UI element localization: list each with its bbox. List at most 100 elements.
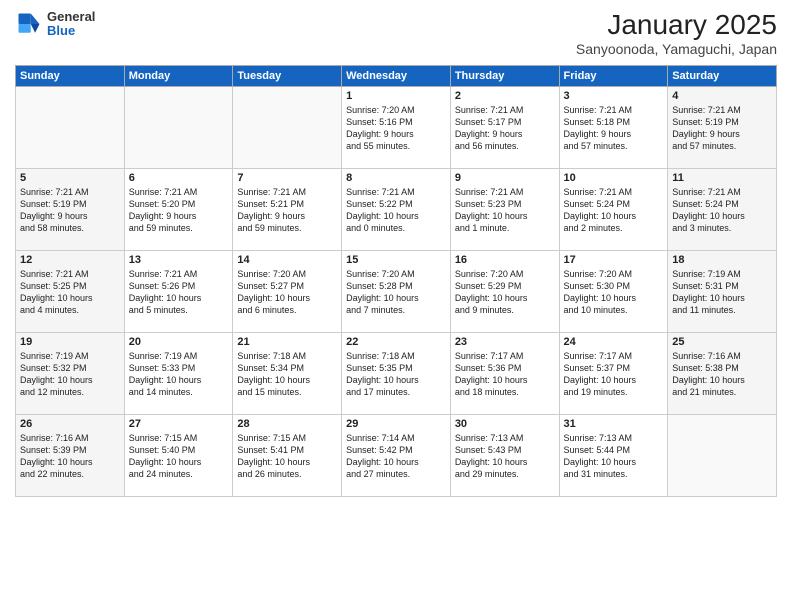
day-number: 11 bbox=[672, 172, 772, 184]
weekday-header-wednesday: Wednesday bbox=[342, 65, 451, 86]
calendar-cell: 16 Sunrise: 7:20 AM Sunset: 5:29 PM Dayli… bbox=[450, 250, 559, 332]
logo-text: General Blue bbox=[47, 10, 95, 39]
cell-info: Sunrise: 7:19 AM Sunset: 5:33 PM Dayligh… bbox=[129, 350, 229, 399]
header: General Blue January 2025 Sanyoonoda, Ya… bbox=[15, 10, 777, 57]
calendar-cell bbox=[124, 86, 233, 168]
calendar-cell: 12 Sunrise: 7:21 AM Sunset: 5:25 PM Dayli… bbox=[16, 250, 125, 332]
cell-info: Sunrise: 7:21 AM Sunset: 5:24 PM Dayligh… bbox=[672, 186, 772, 235]
day-number: 30 bbox=[455, 418, 555, 430]
day-number: 7 bbox=[237, 172, 337, 184]
day-number: 12 bbox=[20, 254, 120, 266]
day-number: 14 bbox=[237, 254, 337, 266]
calendar-subtitle: Sanyoonoda, Yamaguchi, Japan bbox=[576, 41, 777, 57]
weekday-header-friday: Friday bbox=[559, 65, 668, 86]
logo-icon bbox=[15, 10, 43, 38]
logo: General Blue bbox=[15, 10, 95, 39]
day-number: 5 bbox=[20, 172, 120, 184]
calendar-week-5: 26 Sunrise: 7:16 AM Sunset: 5:39 PM Dayli… bbox=[16, 414, 777, 496]
cell-info: Sunrise: 7:15 AM Sunset: 5:41 PM Dayligh… bbox=[237, 432, 337, 481]
cell-info: Sunrise: 7:13 AM Sunset: 5:44 PM Dayligh… bbox=[564, 432, 664, 481]
day-number: 24 bbox=[564, 336, 664, 348]
cell-info: Sunrise: 7:20 AM Sunset: 5:29 PM Dayligh… bbox=[455, 268, 555, 317]
calendar-cell: 7 Sunrise: 7:21 AM Sunset: 5:21 PM Daylig… bbox=[233, 168, 342, 250]
cell-info: Sunrise: 7:17 AM Sunset: 5:37 PM Dayligh… bbox=[564, 350, 664, 399]
title-block: January 2025 Sanyoonoda, Yamaguchi, Japa… bbox=[576, 10, 777, 57]
cell-info: Sunrise: 7:20 AM Sunset: 5:16 PM Dayligh… bbox=[346, 104, 446, 153]
cell-info: Sunrise: 7:21 AM Sunset: 5:18 PM Dayligh… bbox=[564, 104, 664, 153]
calendar-cell: 1 Sunrise: 7:20 AM Sunset: 5:16 PM Daylig… bbox=[342, 86, 451, 168]
logo-line1: General bbox=[47, 10, 95, 24]
day-number: 26 bbox=[20, 418, 120, 430]
calendar-cell: 6 Sunrise: 7:21 AM Sunset: 5:20 PM Daylig… bbox=[124, 168, 233, 250]
calendar-cell: 11 Sunrise: 7:21 AM Sunset: 5:24 PM Dayli… bbox=[668, 168, 777, 250]
day-number: 10 bbox=[564, 172, 664, 184]
day-number: 18 bbox=[672, 254, 772, 266]
cell-info: Sunrise: 7:21 AM Sunset: 5:21 PM Dayligh… bbox=[237, 186, 337, 235]
day-number: 3 bbox=[564, 90, 664, 102]
calendar-cell: 14Sunrise: 7:20 AM Sunset: 5:27 PM Dayli… bbox=[233, 250, 342, 332]
calendar-week-3: 12 Sunrise: 7:21 AM Sunset: 5:25 PM Dayli… bbox=[16, 250, 777, 332]
calendar-cell: 26 Sunrise: 7:16 AM Sunset: 5:39 PM Dayli… bbox=[16, 414, 125, 496]
cell-info: Sunrise: 7:16 AM Sunset: 5:39 PM Dayligh… bbox=[20, 432, 120, 481]
cell-info: Sunrise: 7:21 AM Sunset: 5:19 PM Dayligh… bbox=[672, 104, 772, 153]
day-number: 2 bbox=[455, 90, 555, 102]
calendar-cell: 21 Sunrise: 7:18 AM Sunset: 5:34 PM Dayli… bbox=[233, 332, 342, 414]
calendar-week-4: 19Sunrise: 7:19 AM Sunset: 5:32 PM Dayli… bbox=[16, 332, 777, 414]
cell-info: Sunrise: 7:18 AM Sunset: 5:35 PM Dayligh… bbox=[346, 350, 446, 399]
page-container: General Blue January 2025 Sanyoonoda, Ya… bbox=[0, 0, 792, 502]
calendar-cell: 19Sunrise: 7:19 AM Sunset: 5:32 PM Dayli… bbox=[16, 332, 125, 414]
calendar-cell: 10Sunrise: 7:21 AM Sunset: 5:24 PM Dayli… bbox=[559, 168, 668, 250]
day-number: 1 bbox=[346, 90, 446, 102]
cell-info: Sunrise: 7:14 AM Sunset: 5:42 PM Dayligh… bbox=[346, 432, 446, 481]
day-number: 19 bbox=[20, 336, 120, 348]
cell-info: Sunrise: 7:21 AM Sunset: 5:19 PM Dayligh… bbox=[20, 186, 120, 235]
day-number: 23 bbox=[455, 336, 555, 348]
cell-info: Sunrise: 7:21 AM Sunset: 5:25 PM Dayligh… bbox=[20, 268, 120, 317]
day-number: 9 bbox=[455, 172, 555, 184]
day-number: 31 bbox=[564, 418, 664, 430]
calendar-cell: 25 Sunrise: 7:16 AM Sunset: 5:38 PM Dayli… bbox=[668, 332, 777, 414]
calendar-cell: 27Sunrise: 7:15 AM Sunset: 5:40 PM Dayli… bbox=[124, 414, 233, 496]
day-number: 13 bbox=[129, 254, 229, 266]
calendar-week-1: 1 Sunrise: 7:20 AM Sunset: 5:16 PM Daylig… bbox=[16, 86, 777, 168]
calendar-cell: 3 Sunrise: 7:21 AM Sunset: 5:18 PM Daylig… bbox=[559, 86, 668, 168]
cell-info: Sunrise: 7:18 AM Sunset: 5:34 PM Dayligh… bbox=[237, 350, 337, 399]
day-number: 25 bbox=[672, 336, 772, 348]
calendar-cell: 30 Sunrise: 7:13 AM Sunset: 5:43 PM Dayli… bbox=[450, 414, 559, 496]
weekday-header-sunday: Sunday bbox=[16, 65, 125, 86]
calendar-cell: 8Sunrise: 7:21 AM Sunset: 5:22 PM Daylig… bbox=[342, 168, 451, 250]
cell-info: Sunrise: 7:21 AM Sunset: 5:17 PM Dayligh… bbox=[455, 104, 555, 153]
calendar-table: SundayMondayTuesdayWednesdayThursdayFrid… bbox=[15, 65, 777, 497]
cell-info: Sunrise: 7:21 AM Sunset: 5:20 PM Dayligh… bbox=[129, 186, 229, 235]
calendar-cell bbox=[668, 414, 777, 496]
calendar-cell: 9 Sunrise: 7:21 AM Sunset: 5:23 PM Daylig… bbox=[450, 168, 559, 250]
day-number: 28 bbox=[237, 418, 337, 430]
cell-info: Sunrise: 7:16 AM Sunset: 5:38 PM Dayligh… bbox=[672, 350, 772, 399]
day-number: 4 bbox=[672, 90, 772, 102]
day-number: 6 bbox=[129, 172, 229, 184]
calendar-cell: 22Sunrise: 7:18 AM Sunset: 5:35 PM Dayli… bbox=[342, 332, 451, 414]
calendar-cell: 17Sunrise: 7:20 AM Sunset: 5:30 PM Dayli… bbox=[559, 250, 668, 332]
cell-info: Sunrise: 7:13 AM Sunset: 5:43 PM Dayligh… bbox=[455, 432, 555, 481]
weekday-header-saturday: Saturday bbox=[668, 65, 777, 86]
day-number: 17 bbox=[564, 254, 664, 266]
cell-info: Sunrise: 7:21 AM Sunset: 5:23 PM Dayligh… bbox=[455, 186, 555, 235]
calendar-cell: 15Sunrise: 7:20 AM Sunset: 5:28 PM Dayli… bbox=[342, 250, 451, 332]
day-number: 27 bbox=[129, 418, 229, 430]
calendar-cell: 29Sunrise: 7:14 AM Sunset: 5:42 PM Dayli… bbox=[342, 414, 451, 496]
cell-info: Sunrise: 7:19 AM Sunset: 5:31 PM Dayligh… bbox=[672, 268, 772, 317]
logo-line2: Blue bbox=[47, 24, 95, 38]
calendar-cell: 2 Sunrise: 7:21 AM Sunset: 5:17 PM Daylig… bbox=[450, 86, 559, 168]
day-number: 16 bbox=[455, 254, 555, 266]
calendar-week-2: 5 Sunrise: 7:21 AM Sunset: 5:19 PM Daylig… bbox=[16, 168, 777, 250]
calendar-cell: 28 Sunrise: 7:15 AM Sunset: 5:41 PM Dayli… bbox=[233, 414, 342, 496]
calendar-cell: 23Sunrise: 7:17 AM Sunset: 5:36 PM Dayli… bbox=[450, 332, 559, 414]
weekday-header-thursday: Thursday bbox=[450, 65, 559, 86]
calendar-cell: 4 Sunrise: 7:21 AM Sunset: 5:19 PM Daylig… bbox=[668, 86, 777, 168]
calendar-title: January 2025 bbox=[576, 10, 777, 41]
calendar-cell: 31 Sunrise: 7:13 AM Sunset: 5:44 PM Dayli… bbox=[559, 414, 668, 496]
calendar-cell bbox=[16, 86, 125, 168]
day-number: 15 bbox=[346, 254, 446, 266]
calendar-cell: 24 Sunrise: 7:17 AM Sunset: 5:37 PM Dayli… bbox=[559, 332, 668, 414]
day-number: 21 bbox=[237, 336, 337, 348]
